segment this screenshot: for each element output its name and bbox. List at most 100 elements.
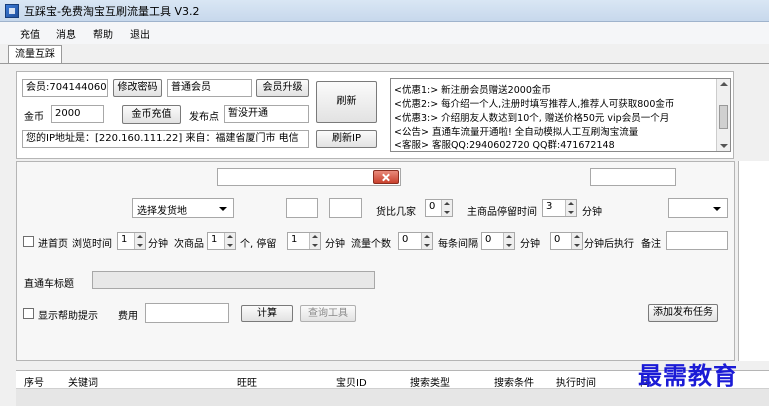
notice-line: <优惠1:> 新注册会员赠送2000金币 [394,85,551,96]
exec-after-label: 分钟后执行 [584,239,634,250]
option-select[interactable] [668,198,728,218]
stepper-arrows-icon[interactable] [421,233,432,249]
interval-value: 0 [485,234,492,245]
menu-exit[interactable]: 退出 [130,26,150,41]
minute-label: 分钟 [148,239,168,250]
change-password-button[interactable]: 修改密码 [113,79,162,97]
watermark-logo: 最需教育 [638,361,738,390]
publish-field: 暂没开通 [224,105,309,123]
scroll-down-icon[interactable] [720,144,728,148]
stepper-arrows-icon[interactable] [503,233,514,249]
homepage-checkbox[interactable] [23,236,34,247]
side-panel [738,161,769,361]
fee-label: 费用 [118,311,138,322]
tab-divider [0,63,769,64]
flow-count-value: 0 [402,234,409,245]
gold-field: 2000 [51,105,104,123]
notice-line: <优惠2:> 每介绍一个人,注册时填写推荐人,推荐人可获取800金币 [394,99,675,110]
exec-value: 0 [554,234,561,245]
compare-label: 货比几家 [376,207,416,218]
app-icon [5,4,19,18]
stepper-arrows-icon[interactable] [309,233,320,249]
stepper-arrows-icon[interactable] [441,200,452,216]
task-panel [16,161,735,361]
interval-label: 每条间隔 [438,239,478,250]
extra-input[interactable] [590,168,676,186]
show-help-label: 显示帮助提示 [38,311,98,322]
ship-from-select[interactable]: 选择发货地 [132,198,234,218]
chevron-down-icon [219,207,227,211]
notice-box[interactable]: <优惠1:> 新注册会员赠送2000金币 <优惠2:> 每介绍一个人,注册时填写… [390,78,731,152]
column-header[interactable]: 搜索类型 [410,374,450,389]
publish-label: 发布点 [189,112,219,123]
secondary-value: 1 [211,234,218,245]
tab-traffic[interactable]: 流量互踩 [8,45,62,64]
main-stay-stepper[interactable]: 3 [542,199,577,217]
minutes-label: 分钟 [582,207,602,218]
column-header[interactable]: 执行时间 [556,374,596,389]
gold-recharge-button[interactable]: 金币充值 [122,105,181,124]
column-header[interactable]: 搜索条件 [494,374,534,389]
member-id-field: 会员:704144060 [22,79,108,97]
scroll-thumb[interactable] [719,105,728,129]
title-bar: 互踩宝-免费淘宝互刷流量工具 V3.2 [0,0,769,22]
task-table-body [16,389,769,406]
browse-time-value: 1 [121,234,128,245]
window-title: 互踩宝-免费淘宝互刷流量工具 V3.2 [24,5,200,18]
ztc-title-label: 直通车标题 [24,279,74,290]
notice-line: <优惠3:> 介绍朋友人数达到10个, 赠送价格50元 vip会员一个月 [394,113,670,124]
interval-stepper[interactable]: 0 [481,232,515,250]
add-publish-task-button[interactable]: 添加发布任务 [648,304,718,322]
secondary-stepper[interactable]: 1 [207,232,236,250]
query-tool-button[interactable]: 查询工具 [300,305,356,322]
minute-label: 分钟 [520,239,540,250]
ip-info: 您的IP地址是：[220.160.111.22] 来自：福建省厦门市 电信 [22,130,309,148]
compare-value: 0 [429,201,436,212]
refresh-ip-button[interactable]: 刷新IP [316,130,377,148]
show-help-checkbox[interactable] [23,308,34,319]
stepper-arrows-icon[interactable] [224,233,235,249]
ship-from-value: 选择发货地 [137,206,187,217]
flow-count-label: 流量个数 [351,239,391,250]
menu-help[interactable]: 帮助 [93,26,113,41]
column-header[interactable]: 旺旺 [237,374,257,389]
minute-label: 分钟 [325,239,345,250]
secondary-label: 次商品 [174,239,204,250]
stepper-arrows-icon[interactable] [134,233,145,249]
menu-bar: 充值 消息 帮助 退出 [0,22,769,44]
menu-messages[interactable]: 消息 [56,26,76,41]
flow-count-stepper[interactable]: 0 [398,232,433,250]
stay-value: 1 [291,234,298,245]
column-header[interactable]: 关键词 [68,374,98,389]
column-header[interactable]: 序号 [24,374,44,389]
remark-label: 备注 [641,239,661,250]
close-icon[interactable] [373,170,399,184]
fee-input[interactable] [145,303,229,323]
ztc-title-input[interactable] [92,271,375,289]
stepper-arrows-icon[interactable] [571,233,582,249]
calculate-button[interactable]: 计算 [241,305,293,322]
upgrade-member-button[interactable]: 会员升级 [256,79,309,97]
notice-line: <公告> 直通车流量开通啦! 全自动模拟人工互刷淘宝流量 [394,127,639,138]
notice-line: <客服> 客服QQ:2940602720 QQ群:471672148 [394,140,615,151]
price-max-input[interactable] [329,198,362,218]
exec-stepper[interactable]: 0 [550,232,583,250]
menu-recharge[interactable]: 充值 [20,26,40,41]
price-min-input[interactable] [286,198,318,218]
chevron-down-icon [713,207,721,211]
browse-time-label: 浏览时间 [72,239,112,250]
main-stay-value: 3 [546,201,553,212]
main-stay-label: 主商品停留时间 [467,207,537,218]
notice-scrollbar[interactable] [716,79,730,151]
column-header[interactable]: 宝贝ID [336,374,367,389]
gold-label: 金币 [24,112,44,123]
member-level-field: 普通会员 [167,79,252,97]
unit-stay-label: 个, 停留 [240,239,277,250]
remark-input[interactable] [666,231,728,250]
refresh-button[interactable]: 刷新 [316,81,377,123]
scroll-up-icon[interactable] [720,82,728,86]
browse-time-stepper[interactable]: 1 [117,232,146,250]
stepper-arrows-icon[interactable] [565,200,576,216]
compare-stepper[interactable]: 0 [425,199,453,217]
stay-stepper[interactable]: 1 [287,232,321,250]
